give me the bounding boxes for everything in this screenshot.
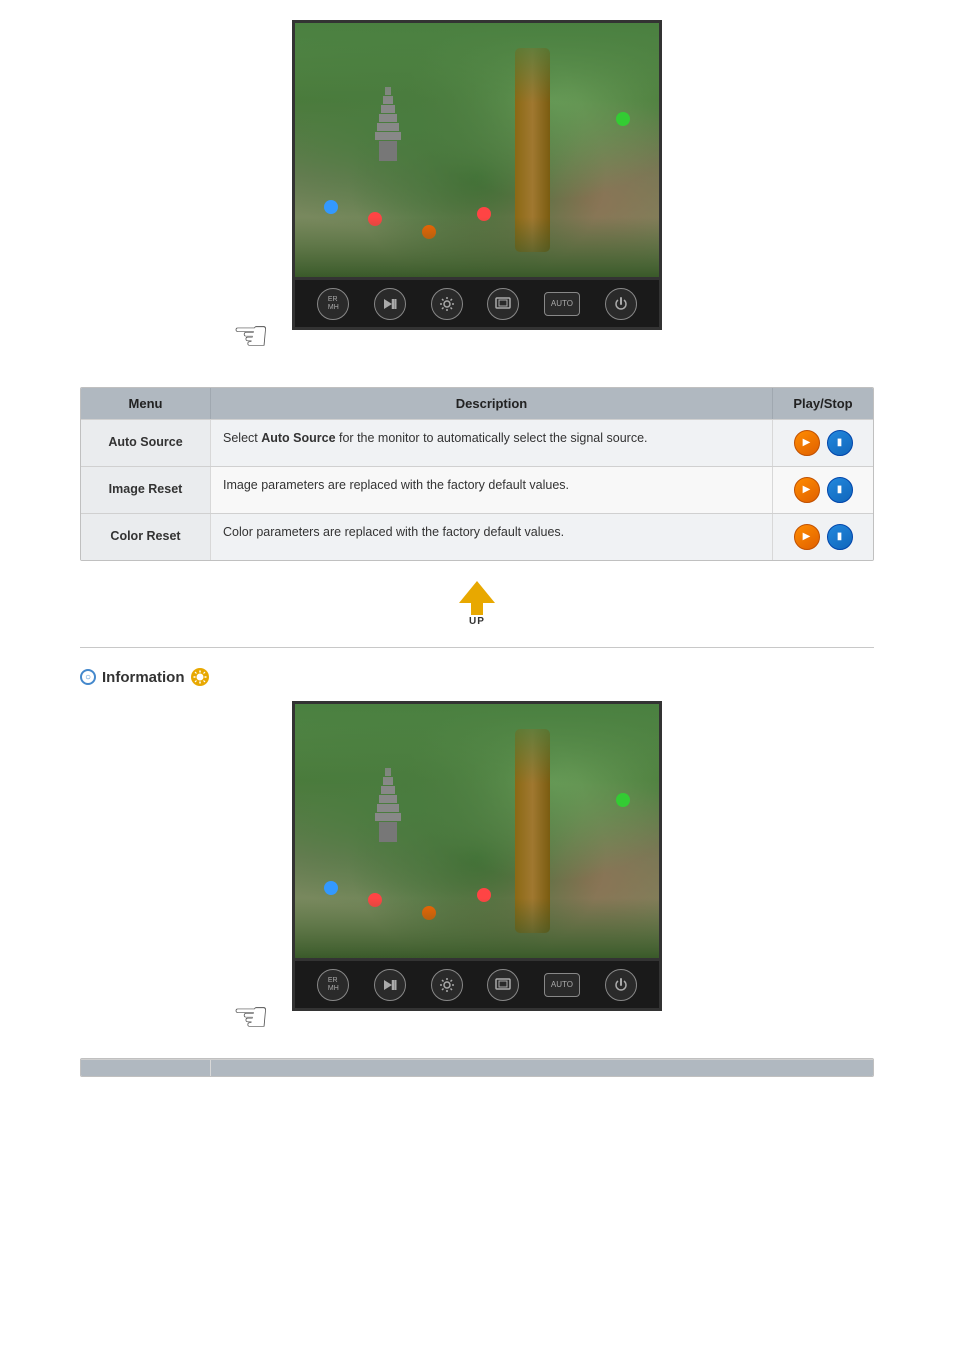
monitor-screen-2 xyxy=(295,704,659,958)
play-icon-2[interactable]: ▶ xyxy=(794,477,820,503)
stop-btn-2[interactable]: ▮ xyxy=(827,477,853,503)
table-header: Menu Description Play/Stop xyxy=(81,388,873,419)
stop-icon-3[interactable]: ▮ xyxy=(827,524,853,550)
up-arrow: UP xyxy=(459,581,495,627)
stop-icon-2[interactable]: ▮ xyxy=(827,477,853,503)
play-btn-3[interactable]: ▶ xyxy=(794,524,820,550)
monitor-section-1: ERMH xyxy=(80,20,874,357)
table-row-auto-source: Auto Source Select Auto Source for the m… xyxy=(81,419,873,466)
header-menu: Menu xyxy=(81,388,211,419)
lantern-green xyxy=(616,112,630,126)
bottom-header-col2 xyxy=(211,1060,873,1076)
ctrl-btn-display-2[interactable] xyxy=(487,969,519,1001)
ctrl-btn-display[interactable] xyxy=(487,288,519,320)
playstop-color-reset: ▶ ▮ xyxy=(773,514,873,560)
menu-color-reset: Color Reset xyxy=(81,514,211,560)
menu-image-reset: Image Reset xyxy=(81,467,211,513)
play-btn-1[interactable]: ▶ xyxy=(794,430,820,456)
monitor-frame-1 xyxy=(292,20,662,280)
desc-image-reset: Image parameters are replaced with the f… xyxy=(211,467,773,513)
menu-table: Menu Description Play/Stop Auto Source S… xyxy=(80,387,874,561)
ctrl-btn-menu-2[interactable]: ERMH xyxy=(317,969,349,1001)
play-icon-1[interactable]: ▶ xyxy=(794,430,820,456)
ctrl-btn-menu[interactable]: ERMH xyxy=(317,288,349,320)
ctrl-btn-auto-2[interactable]: AUTO xyxy=(544,973,580,997)
up-arrow-stem xyxy=(471,603,483,615)
stop-btn-3[interactable]: ▮ xyxy=(827,524,853,550)
lantern2-green xyxy=(616,793,630,807)
play-icon-3[interactable]: ▶ xyxy=(794,524,820,550)
desc-color-reset: Color parameters are replaced with the f… xyxy=(211,514,773,560)
play-btn-2[interactable]: ▶ xyxy=(794,477,820,503)
ctrl-btn-source[interactable] xyxy=(374,288,406,320)
ctrl-btn-auto[interactable]: AUTO xyxy=(544,292,580,316)
stop-icon-1[interactable]: ▮ xyxy=(827,430,853,456)
lantern2-blue xyxy=(324,881,338,895)
ctrl-btn-brightness[interactable] xyxy=(431,288,463,320)
monitor-controls-1: ERMH xyxy=(292,280,662,330)
desc-auto-source: Select Auto Source for the monitor to au… xyxy=(211,420,773,466)
up-label: UP xyxy=(469,616,485,627)
info-sun-icon xyxy=(191,668,209,686)
hand-cursor-2: ☞ xyxy=(292,1006,662,1038)
playstop-auto-source: ▶ ▮ xyxy=(773,420,873,466)
section-divider xyxy=(80,647,874,648)
bottom-header-col1 xyxy=(81,1060,211,1076)
playstop-image-reset: ▶ ▮ xyxy=(773,467,873,513)
monitor-controls-2: ERMH xyxy=(292,961,662,1011)
lantern-blue xyxy=(324,200,338,214)
information-section: ○ Information xyxy=(80,668,874,1038)
info-circle-icon: ○ xyxy=(80,669,96,685)
bottom-table-header-row xyxy=(81,1059,873,1076)
monitor-screen-1 xyxy=(295,23,659,277)
bottom-table xyxy=(80,1058,874,1077)
table-row-color-reset: Color Reset Color parameters are replace… xyxy=(81,513,873,560)
table-row-image-reset: Image Reset Image parameters are replace… xyxy=(81,466,873,513)
ctrl-btn-brightness-2[interactable] xyxy=(431,969,463,1001)
info-title: ○ Information xyxy=(80,668,874,686)
header-description: Description xyxy=(211,388,773,419)
hand-cursor-1: ☞ xyxy=(292,325,662,357)
up-arrow-head xyxy=(459,581,495,603)
ctrl-btn-power[interactable] xyxy=(605,288,637,320)
monitor-frame-2 xyxy=(292,701,662,961)
info-title-text: Information xyxy=(102,669,185,686)
up-arrow-section: UP xyxy=(80,581,874,627)
menu-auto-source: Auto Source xyxy=(81,420,211,466)
ctrl-btn-source-2[interactable] xyxy=(374,969,406,1001)
ctrl-btn-power-2[interactable] xyxy=(605,969,637,1001)
stop-btn-1[interactable]: ▮ xyxy=(827,430,853,456)
header-playstop: Play/Stop xyxy=(773,388,873,419)
monitor-section-2: ERMH xyxy=(80,701,874,1038)
